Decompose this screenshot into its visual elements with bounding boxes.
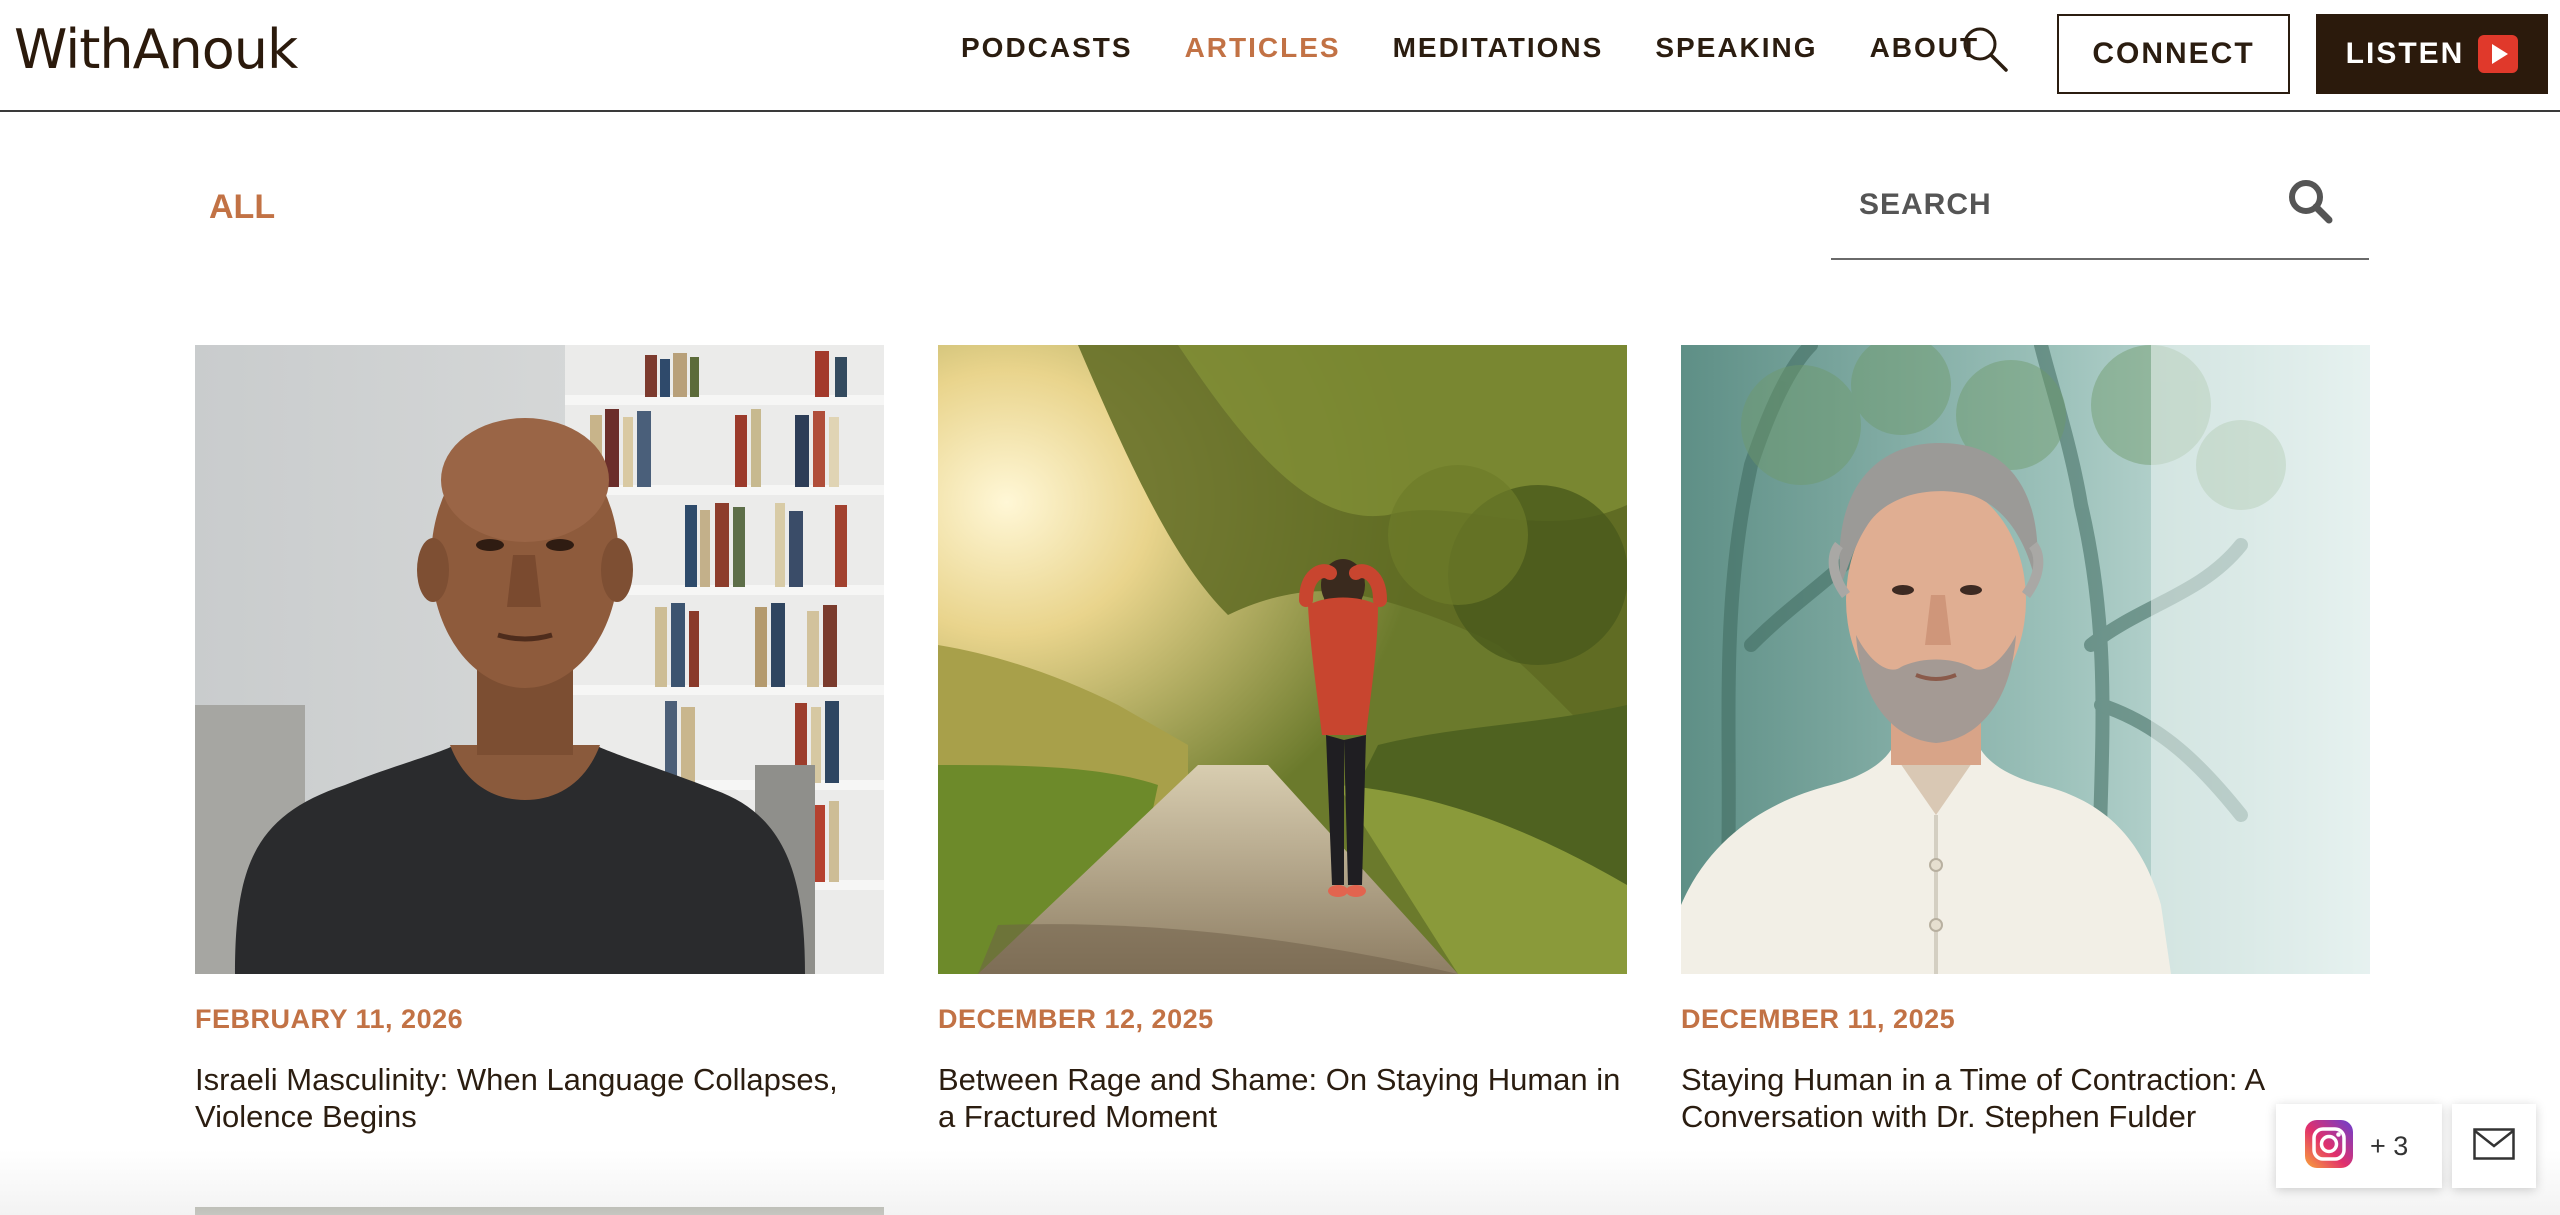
main-nav: PODCASTS ARTICLES MEDITATIONS SPEAKING A… [961,32,2031,64]
article-title[interactable]: Israeli Masculinity: When Language Colla… [195,1061,884,1135]
article-card[interactable]: DECEMBER 11, 2025 Staying Human in a Tim… [1681,345,2370,1135]
social-more-count: + 3 [2370,1130,2409,1161]
article-image[interactable] [1681,345,2370,974]
article-title[interactable]: Staying Human in a Time of Contraction: … [1681,1061,2370,1135]
social-share-widget[interactable]: + 3 [2276,1104,2442,1188]
article-date: FEBRUARY 11, 2026 [195,1004,464,1034]
search-input[interactable] [1859,180,2279,230]
search-icon[interactable] [2283,174,2339,230]
next-article-image-peek [195,1207,884,1215]
article-card[interactable]: DECEMBER 12, 2025 Between Rage and Shame… [938,345,1627,1135]
instagram-icon[interactable] [2304,1119,2354,1174]
mail-button[interactable] [2452,1104,2536,1188]
listen-button[interactable]: LISTEN [2316,14,2548,94]
connect-button[interactable]: CONNECT [2057,14,2290,94]
article-card[interactable]: FEBRUARY 11, 2026 Israeli Masculinity: W… [195,345,884,1135]
play-icon [2478,35,2519,73]
article-image[interactable] [938,345,1627,974]
header-search-icon[interactable] [1960,24,2010,74]
article-image[interactable] [195,345,884,974]
connect-button-label: CONNECT [2092,37,2255,70]
nav-articles[interactable]: ARTICLES [1185,32,1341,64]
nav-meditations[interactable]: MEDITATIONS [1393,32,1604,64]
article-title[interactable]: Between Rage and Shame: On Staying Human… [938,1061,1627,1135]
article-search [1831,158,2369,260]
article-date: DECEMBER 11, 2025 [1681,1004,1956,1034]
site-header: WithAnouk PODCASTS ARTICLES MEDITATIONS … [0,0,2560,112]
nav-speaking[interactable]: SPEAKING [1655,32,1817,64]
filter-all[interactable]: ALL [209,188,275,227]
mail-icon [2473,1127,2515,1165]
nav-podcasts[interactable]: PODCASTS [961,32,1133,64]
site-logo[interactable]: WithAnouk [14,18,298,81]
bottom-fade [0,1150,2560,1215]
article-date: DECEMBER 12, 2025 [938,1004,1214,1034]
listen-button-label: LISTEN [2345,37,2465,70]
